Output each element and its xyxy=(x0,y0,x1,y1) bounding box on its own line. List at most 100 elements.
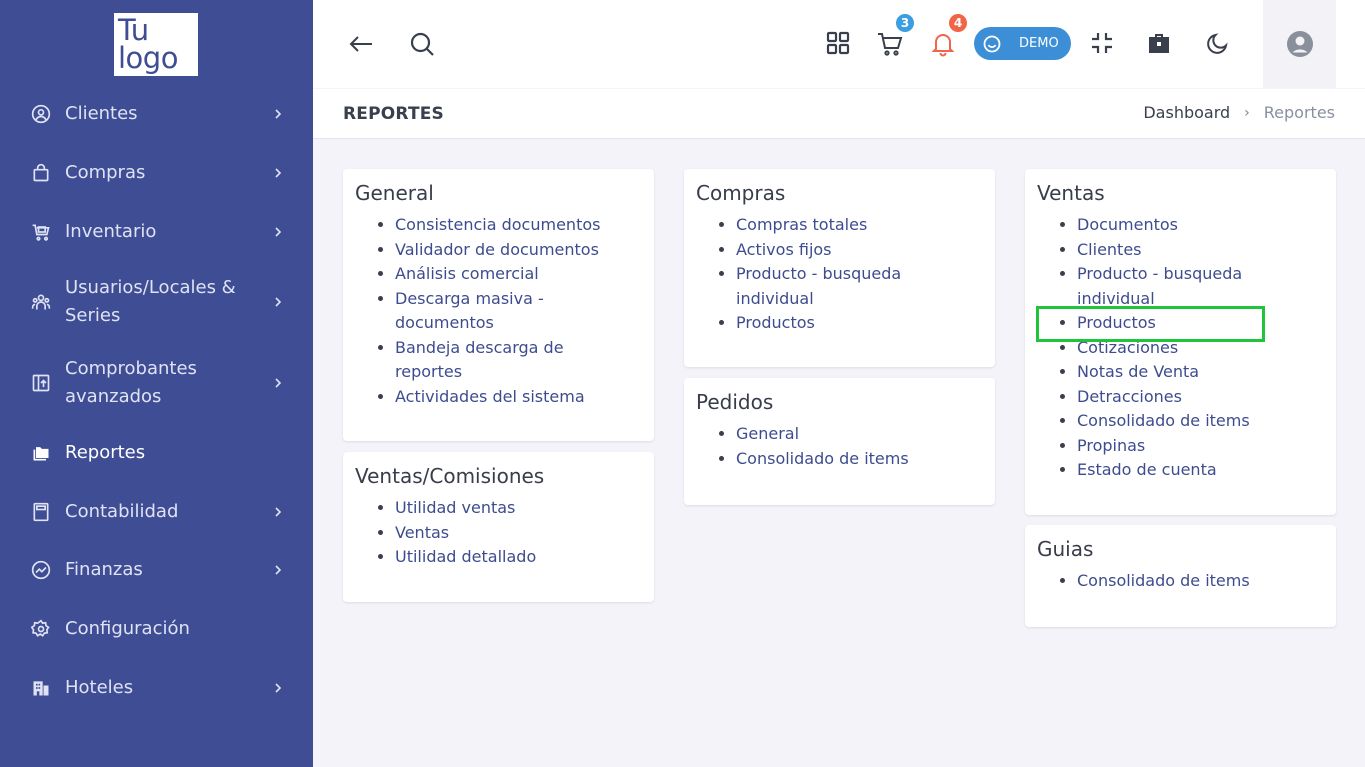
report-link[interactable]: Productos xyxy=(1077,313,1156,332)
chevron-right-icon xyxy=(275,378,282,388)
report-link[interactable]: Estado de cuenta xyxy=(1077,460,1217,479)
sidebar-item-label: Finanzas xyxy=(65,559,143,580)
sidebar-item-label: Compras xyxy=(65,162,146,183)
breadcrumb-dashboard[interactable]: Dashboard xyxy=(1143,103,1230,122)
report-link[interactable]: Consolidado de items xyxy=(1077,411,1250,430)
card-title: Ventas/Comisiones xyxy=(355,464,545,488)
report-link[interactable]: Ventas xyxy=(395,523,449,542)
chart-circle-icon xyxy=(31,560,51,580)
chevron-right-icon xyxy=(275,297,282,307)
report-list: Consolidado de items xyxy=(1077,569,1317,594)
gear-icon xyxy=(31,619,51,639)
report-link[interactable]: Compras totales xyxy=(736,215,867,234)
user-menu-button[interactable] xyxy=(1263,0,1336,88)
sidebar-item-usuarios[interactable]: Usuarios/Locales & Series xyxy=(0,274,313,330)
report-link[interactable]: Utilidad ventas xyxy=(395,498,515,517)
list-item: General xyxy=(736,422,976,447)
list-item: Consolidado de items xyxy=(1077,569,1317,594)
list-item: Descarga masiva - documentos xyxy=(395,287,635,336)
report-list: Utilidad ventas Ventas Utilidad detallad… xyxy=(395,496,635,570)
list-item: Notas de Venta xyxy=(1077,360,1282,385)
report-link[interactable]: Descarga masiva - documentos xyxy=(395,289,544,333)
report-link[interactable]: Cotizaciones xyxy=(1077,338,1178,357)
report-list: Documentos Clientes Producto - busqueda … xyxy=(1077,213,1282,483)
chevron-right-icon xyxy=(275,565,282,575)
report-link[interactable]: General xyxy=(736,424,799,443)
collapse-screen-icon[interactable] xyxy=(1089,30,1115,56)
report-link[interactable]: Producto - busqueda individual xyxy=(736,264,901,308)
search-icon[interactable] xyxy=(407,29,437,59)
sidebar-item-label: Comprobantes avanzados xyxy=(65,358,197,407)
report-link[interactable]: Validador de documentos xyxy=(395,240,599,259)
list-item: Consolidado de items xyxy=(1077,409,1282,434)
sidebar-item-finanzas[interactable]: Finanzas xyxy=(0,556,313,584)
briefcase-icon[interactable] xyxy=(1145,29,1173,57)
list-item: Consolidado de items xyxy=(736,447,976,472)
notifications-count-badge: 4 xyxy=(947,12,969,34)
back-arrow-icon[interactable] xyxy=(346,29,376,59)
card-title: Compras xyxy=(696,181,786,205)
cart-icon xyxy=(31,222,51,242)
sidebar-item-label: Reportes xyxy=(65,442,146,463)
list-item: Estado de cuenta xyxy=(1077,458,1282,483)
chevron-right-icon xyxy=(275,227,282,237)
sidebar-item-hoteles[interactable]: Hoteles xyxy=(0,674,313,702)
list-item: Cotizaciones xyxy=(1077,336,1282,361)
report-link[interactable]: Propinas xyxy=(1077,436,1145,455)
report-link[interactable]: Documentos xyxy=(1077,215,1178,234)
sidebar-item-reportes[interactable]: Reportes xyxy=(0,439,313,467)
apps-grid-icon[interactable] xyxy=(825,30,851,56)
list-item: Propinas xyxy=(1077,434,1282,459)
page-title: REPORTES xyxy=(343,104,444,124)
sidebar-item-compras[interactable]: Compras xyxy=(0,159,313,187)
folders-icon xyxy=(31,443,51,463)
list-item: Productos xyxy=(1077,311,1282,336)
list-item: Detracciones xyxy=(1077,385,1282,410)
report-list: Consistencia documentos Validador de doc… xyxy=(395,213,635,409)
report-link[interactable]: Notas de Venta xyxy=(1077,362,1199,381)
sidebar-item-label: Contabilidad xyxy=(65,501,179,522)
sidebar-item-clientes[interactable]: Clientes xyxy=(0,100,313,128)
report-link[interactable]: Actividades del sistema xyxy=(395,387,585,406)
list-item: Productos xyxy=(736,311,941,336)
demo-mode-toggle[interactable]: DEMO xyxy=(974,27,1071,60)
notifications-button[interactable]: 4 xyxy=(929,12,969,58)
sidebar-item-label: Clientes xyxy=(65,103,138,124)
list-item: Producto - busqueda individual xyxy=(736,262,941,311)
list-item: Bandeja descarga de reportes xyxy=(395,336,635,385)
report-link[interactable]: Bandeja descarga de reportes xyxy=(395,338,564,382)
user-circle-icon xyxy=(31,104,51,124)
report-list: General Consolidado de items xyxy=(736,422,976,471)
sidebar: Tu logo Clientes Compras Inventario Usua… xyxy=(0,0,313,767)
sidebar-item-label: Hoteles xyxy=(65,677,134,698)
report-link[interactable]: Análisis comercial xyxy=(395,264,539,283)
chevron-right-icon xyxy=(275,683,282,693)
card-ventas-comisiones: Ventas/Comisiones Utilidad ventas Ventas… xyxy=(343,452,654,602)
report-link[interactable]: Clientes xyxy=(1077,240,1142,259)
report-link[interactable]: Detracciones xyxy=(1077,387,1182,406)
smile-icon xyxy=(983,35,1001,52)
sidebar-item-label: Inventario xyxy=(65,221,157,242)
report-link[interactable]: Consistencia documentos xyxy=(395,215,600,234)
list-item: Documentos xyxy=(1077,213,1282,238)
sidebar-item-comprobantes[interactable]: Comprobantes avanzados xyxy=(0,355,313,411)
report-link[interactable]: Activos fijos xyxy=(736,240,832,259)
list-item: Producto - busqueda individual xyxy=(1077,262,1282,311)
logo-line-1: Tu xyxy=(118,13,149,47)
bell-icon xyxy=(931,34,955,57)
card-title: Ventas xyxy=(1037,181,1105,205)
report-link[interactable]: Consolidado de items xyxy=(1077,571,1250,590)
sidebar-item-contabilidad[interactable]: Contabilidad xyxy=(0,498,313,526)
cart-button[interactable]: 3 xyxy=(876,12,916,58)
shopping-cart-icon xyxy=(878,33,903,56)
report-link[interactable]: Producto - busqueda individual xyxy=(1077,264,1242,308)
sidebar-item-configuracion[interactable]: Configuración xyxy=(0,615,313,643)
report-link[interactable]: Productos xyxy=(736,313,815,332)
list-item: Validador de documentos xyxy=(395,238,635,263)
dark-mode-moon-icon[interactable] xyxy=(1204,29,1232,57)
report-link[interactable]: Consolidado de items xyxy=(736,449,909,468)
sidebar-item-inventario[interactable]: Inventario xyxy=(0,218,313,246)
report-link[interactable]: Utilidad detallado xyxy=(395,547,536,566)
chevron-right-icon xyxy=(275,168,282,178)
logo[interactable]: Tu logo xyxy=(114,13,198,76)
